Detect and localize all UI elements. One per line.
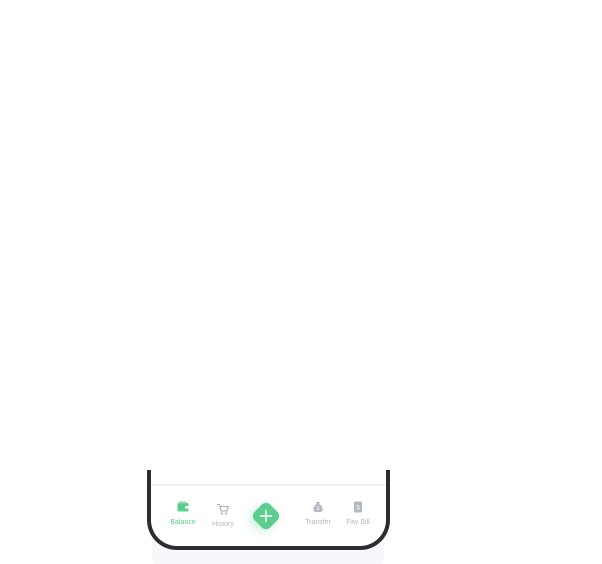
phone-screen: Balance History $ Transfer $ Pay Bill [151, 470, 386, 546]
money-bag-icon: $ [311, 500, 325, 514]
nav-item-history[interactable]: History [201, 502, 245, 529]
nav-item-transfer[interactable]: $ Transfer [296, 500, 340, 527]
nav-label-balance: Balance [170, 519, 196, 526]
bill-icon: $ [351, 500, 365, 514]
nav-item-balance[interactable]: Balance [161, 500, 205, 527]
plus-icon [259, 509, 273, 523]
nav-label-pay-bill: Pay Bill [346, 519, 370, 526]
nav-label-transfer: Transfer [305, 519, 331, 526]
page-canvas: Balance History $ Transfer $ Pay Bill [0, 0, 602, 564]
add-button[interactable] [250, 500, 282, 532]
svg-text:$: $ [317, 506, 320, 512]
nav-item-pay-bill[interactable]: $ Pay Bill [336, 500, 380, 527]
phone-frame: Balance History $ Transfer $ Pay Bill [147, 470, 390, 550]
nav-label-history: History [212, 521, 234, 528]
bottom-navigation: Balance History $ Transfer $ Pay Bill [151, 486, 386, 544]
wallet-icon [176, 500, 190, 514]
cart-icon [216, 502, 230, 516]
